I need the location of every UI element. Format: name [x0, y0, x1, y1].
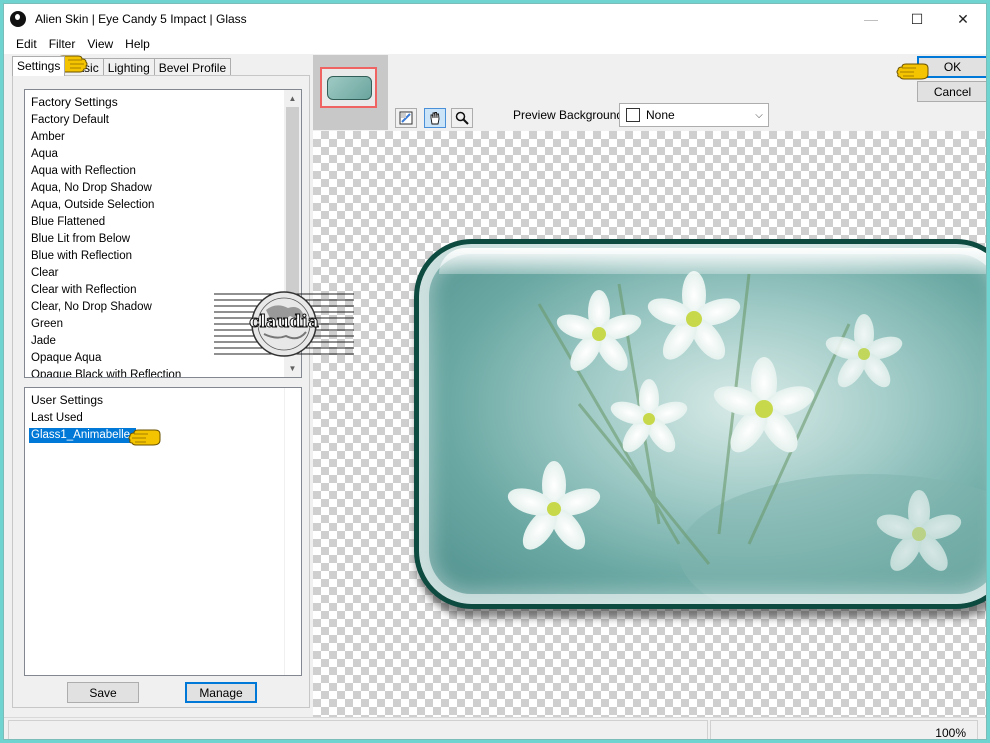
cancel-button[interactable]: Cancel — [917, 81, 986, 102]
navigator-viewport[interactable] — [320, 67, 377, 108]
preview-background-value: None — [646, 108, 675, 122]
manage-button[interactable]: Manage — [185, 682, 257, 703]
scroll-down-arrow-icon[interactable]: ▼ — [284, 360, 301, 377]
background-color-swatch — [626, 108, 640, 122]
menu-filter[interactable]: Filter — [43, 37, 82, 51]
menu-help[interactable]: Help — [119, 37, 156, 51]
zoom-level: 100% — [935, 726, 966, 740]
menu-edit[interactable]: Edit — [10, 37, 43, 51]
user-settings-header: User Settings — [25, 388, 284, 410]
preview-background-label: Preview Background: — [513, 108, 627, 122]
list-item[interactable]: Factory Default — [25, 112, 284, 129]
pointing-hand-icon — [896, 63, 929, 80]
preview-background-select[interactable]: None ⌵ — [619, 103, 769, 127]
minimize-button[interactable]: — — [848, 4, 894, 34]
tab-bevel-profile[interactable]: Bevel Profile — [153, 58, 232, 76]
window-controls: — ☐ ✕ — [848, 4, 986, 34]
list-item[interactable]: Blue Flattened — [25, 214, 284, 231]
maximize-button[interactable]: ☐ — [894, 4, 940, 34]
glass-bevel — [419, 244, 986, 604]
save-button[interactable]: Save — [67, 682, 139, 703]
list-item[interactable]: Aqua, No Drop Shadow — [25, 180, 284, 197]
title-bar: Alien Skin | Eye Candy 5 Impact | Glass … — [4, 4, 986, 34]
zoom-tool-button[interactable] — [451, 108, 473, 128]
preview-toggle-button[interactable] — [395, 108, 417, 128]
user-settings-list[interactable]: User Settings Last Used Glass1_Animabell… — [24, 387, 302, 676]
menu-bar: Edit Filter View Help — [4, 34, 986, 54]
list-item[interactable]: Blue Lit from Below — [25, 231, 284, 248]
pointing-hand-icon — [128, 429, 161, 446]
scroll-up-arrow-icon[interactable]: ▲ — [284, 90, 301, 107]
tab-settings[interactable]: Settings — [12, 56, 66, 76]
user-list-scrollbar — [284, 388, 301, 675]
list-item[interactable]: Aqua — [25, 146, 284, 163]
status-bar: 100% — [4, 717, 986, 740]
zoom-icon — [455, 111, 469, 125]
settings-panel: Factory Settings Factory Default Amber A… — [12, 75, 310, 708]
preview-canvas[interactable] — [313, 131, 986, 717]
menu-view[interactable]: View — [81, 37, 119, 51]
list-item[interactable]: Aqua with Reflection — [25, 163, 284, 180]
hand-tool-button[interactable] — [424, 108, 446, 128]
navigator-thumbnail[interactable] — [313, 55, 388, 130]
claudia-watermark: claudia — [214, 290, 354, 358]
list-item[interactable]: Opaque Black with Reflection — [25, 367, 284, 377]
preview-toggle-icon — [399, 111, 413, 125]
tab-lighting[interactable]: Lighting — [102, 58, 155, 76]
selected-list-item[interactable]: Glass1_Animabelle — [29, 428, 137, 443]
eye-candy-window: Alien Skin | Eye Candy 5 Impact | Glass … — [3, 3, 987, 740]
thumbnail-image — [327, 76, 372, 100]
watermark-text: claudia — [249, 312, 320, 333]
factory-settings-header: Factory Settings — [25, 90, 284, 112]
status-segment — [8, 720, 708, 739]
alien-skin-app-icon — [10, 11, 26, 27]
scroll-thumb[interactable] — [286, 107, 299, 321]
list-item[interactable]: Last Used — [25, 410, 284, 427]
list-item[interactable]: Clear — [25, 265, 284, 282]
settings-tabs: Settings Basic Lighting Bevel Profile — [12, 56, 232, 76]
close-button[interactable]: ✕ — [940, 4, 986, 34]
window-title: Alien Skin | Eye Candy 5 Impact | Glass — [35, 12, 247, 26]
list-item[interactable]: Aqua, Outside Selection — [25, 197, 284, 214]
glass-effect-preview — [414, 239, 986, 609]
chevron-down-icon[interactable]: ⌵ — [750, 110, 768, 121]
list-item[interactable]: Blue with Reflection — [25, 248, 284, 265]
hand-icon — [430, 112, 440, 125]
list-item[interactable]: Amber — [25, 129, 284, 146]
